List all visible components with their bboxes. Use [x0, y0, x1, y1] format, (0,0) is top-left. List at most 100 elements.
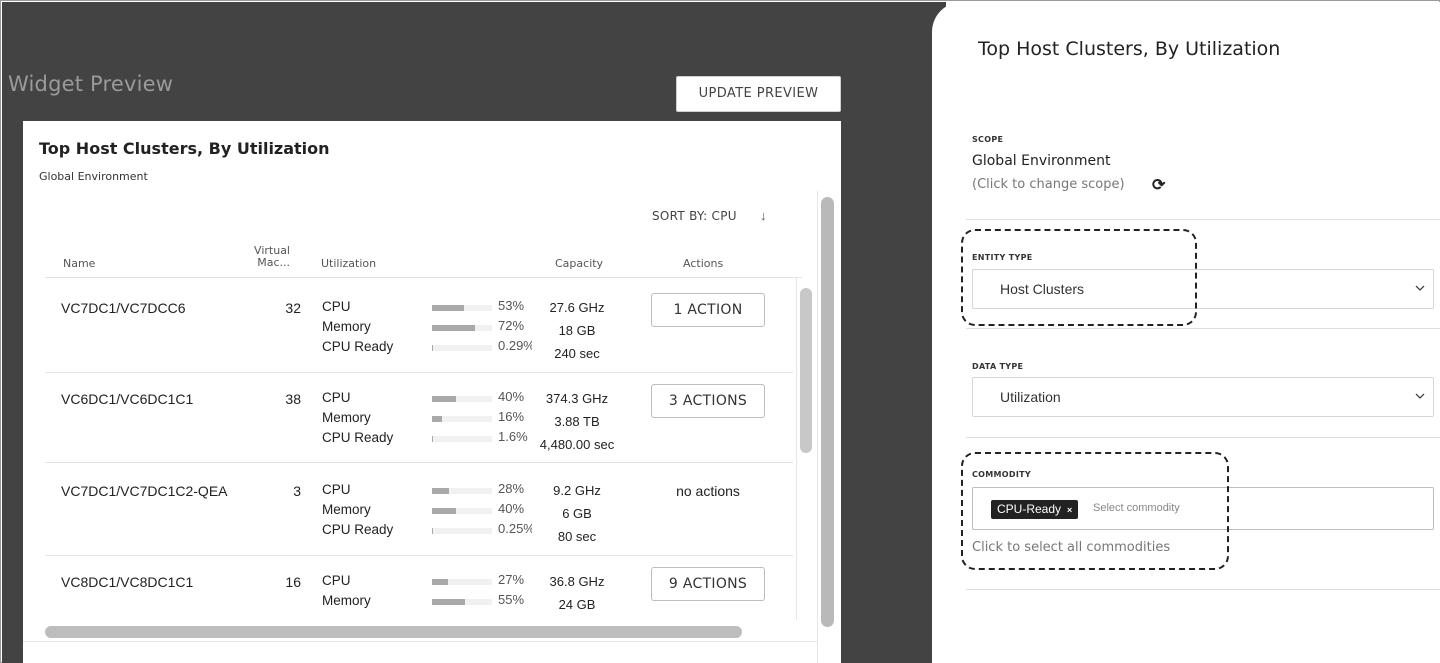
capacity-value: 6 GB [562, 506, 592, 521]
actions-button[interactable]: 3 ACTIONS [651, 384, 765, 418]
metric-label: Memory [322, 593, 371, 608]
arrow-down-icon[interactable]: ↓ [760, 208, 767, 223]
utilization-bar-fill [432, 396, 456, 402]
table-row[interactable]: VC7DC1/VC7DC1C2-QEA 3 CPU Memory CPU Rea… [45, 463, 793, 556]
capacity-value: 240 sec [554, 346, 600, 361]
utilization-percent: 72% [498, 318, 525, 333]
chevron-down-icon [1415, 393, 1425, 399]
metric-label: Memory [322, 319, 371, 334]
refresh-icon[interactable]: ⟳ [1152, 175, 1165, 195]
utilization-percent: 1.6% [498, 429, 528, 444]
utilization-bar [432, 345, 492, 351]
column-header-virtual-line2: Mac... [257, 256, 290, 269]
horizontal-scrollbar-thumb[interactable] [45, 626, 742, 638]
column-header-name[interactable]: Name [63, 257, 95, 270]
chevron-down-icon [1415, 285, 1425, 291]
scope-value[interactable]: Global Environment [972, 153, 1111, 169]
cluster-name[interactable]: VC7DC1/VC7DCC6 [61, 300, 185, 316]
scope-label: SCOPE [972, 135, 1004, 144]
metric-label: CPU [322, 482, 351, 497]
card-scrollbar-thumb[interactable] [821, 197, 834, 627]
utilization-bar-fill [432, 579, 449, 585]
cluster-name[interactable]: VC6DC1/VC6DC1C1 [61, 391, 193, 407]
actions-button[interactable]: 9 ACTIONS [651, 567, 765, 601]
entity-type-highlight [961, 229, 1197, 326]
sort-by-control[interactable]: SORT BY: CPU [652, 209, 737, 223]
capacity-value: 36.8 GHz [549, 574, 605, 589]
utilization-bar-fill [432, 508, 456, 514]
metric-label: CPU [322, 573, 351, 588]
vm-count: 32 [285, 300, 301, 316]
capacity-value: 24 GB [558, 597, 596, 612]
utilization-bar [432, 599, 492, 605]
utilization-percent: 55% [498, 592, 525, 607]
app-frame: Widget Preview UPDATE PREVIEW Top Host C… [0, 0, 1440, 663]
widget-preview-area: Widget Preview UPDATE PREVIEW Top Host C… [2, 2, 992, 663]
metric-label: CPU [322, 390, 351, 405]
no-actions-text: no actions [676, 483, 740, 499]
capacity-value: 18 GB [558, 323, 596, 338]
table-scrollbar-track[interactable] [796, 278, 797, 620]
utilization-bar-fill [432, 416, 442, 422]
utilization-bar [432, 579, 492, 585]
utilization-bar-fill [432, 325, 476, 331]
capacity-value: 80 sec [557, 529, 597, 544]
horizontal-scrollbar-track[interactable] [23, 641, 817, 642]
capacity-value: 9.2 GHz [553, 483, 601, 498]
table-row[interactable]: VC7DC1/VC7DCC6 32 CPU Memory CPU Ready 5… [45, 278, 793, 373]
utilization-percent: 27% [498, 572, 525, 587]
utilization-bar [432, 396, 492, 402]
vm-count: 16 [285, 574, 301, 590]
change-scope-link[interactable]: (Click to change scope) [972, 177, 1125, 192]
table-row[interactable]: VC6DC1/VC6DC1C1 38 CPU Memory CPU Ready … [45, 373, 793, 463]
utilization-bar [432, 488, 492, 494]
utilization-percent: 0.29% [498, 338, 532, 353]
cluster-name[interactable]: VC7DC1/VC7DC1C2-QEA [61, 483, 247, 499]
capacity-value: 27.6 GHz [549, 300, 605, 315]
section-divider [966, 328, 1440, 329]
section-divider [966, 437, 1440, 438]
capacity-value: 374.3 GHz [545, 391, 609, 406]
data-type-select[interactable]: Utilization [972, 377, 1434, 417]
metric-label: CPU Ready [322, 522, 394, 537]
metric-label: CPU Ready [322, 339, 394, 354]
column-header-actions: Actions [683, 257, 724, 270]
table-scrollbar-thumb[interactable] [800, 288, 812, 453]
card-title: Top Host Clusters, By Utilization [39, 139, 330, 158]
utilization-bar [432, 305, 492, 311]
utilization-table: VC7DC1/VC7DCC6 32 CPU Memory CPU Ready 5… [45, 277, 812, 620]
card-subtitle: Global Environment [39, 170, 148, 183]
utilization-bar [432, 508, 492, 514]
column-header-virtual-machines[interactable]: Virtual Mac... [254, 245, 290, 269]
utilization-bar [432, 436, 492, 442]
utilization-percent: 0.25% [498, 521, 532, 536]
table-row[interactable]: VC8DC1/VC8DC1C1 16 CPU Memory 27% 55% 36… [45, 556, 793, 620]
capacity-value: 3.88 TB [554, 414, 600, 429]
utilization-bar-fill [432, 528, 433, 534]
column-header-utilization[interactable]: Utilization [321, 257, 376, 270]
utilization-percent: 40% [498, 501, 525, 516]
update-preview-button[interactable]: UPDATE PREVIEW [676, 76, 841, 112]
section-divider [966, 589, 1440, 590]
widget-card: Top Host Clusters, By Utilization Global… [23, 121, 841, 663]
utilization-bar-fill [432, 345, 433, 351]
capacity-value: 4,480.00 sec [539, 437, 615, 452]
column-header-capacity[interactable]: Capacity [555, 257, 603, 270]
utilization-percent: 53% [498, 298, 525, 313]
data-type-label: DATA TYPE [972, 362, 1024, 371]
utilization-percent: 28% [498, 481, 525, 496]
widget-preview-title: Widget Preview [8, 72, 174, 96]
utilization-bar-fill [432, 305, 464, 311]
commodity-highlight [961, 452, 1229, 570]
vm-count: 38 [285, 391, 301, 407]
panel-title: Top Host Clusters, By Utilization [978, 38, 1281, 60]
utilization-percent: 40% [498, 389, 525, 404]
section-divider [966, 219, 1440, 220]
utilization-bar-fill [432, 599, 465, 605]
utilization-bar-fill [432, 436, 433, 442]
metric-label: CPU Ready [322, 430, 394, 445]
data-type-value: Utilization [1000, 389, 1061, 405]
cluster-name[interactable]: VC8DC1/VC8DC1C1 [61, 574, 193, 590]
utilization-bar [432, 416, 492, 422]
actions-button[interactable]: 1 ACTION [651, 293, 765, 327]
